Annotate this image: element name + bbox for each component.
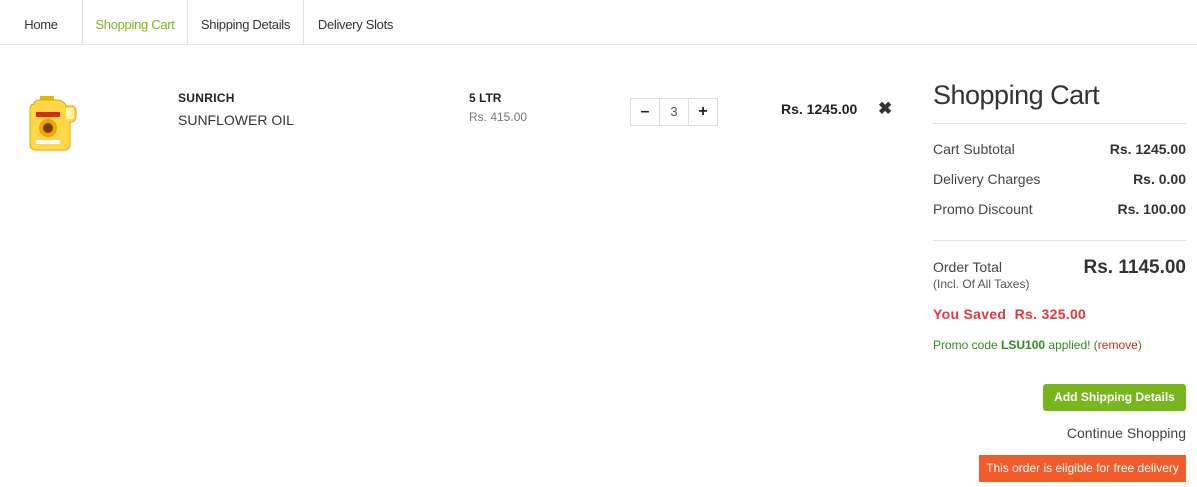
- summary-title: Shopping Cart: [933, 80, 1100, 110]
- remove-promo-link[interactable]: remove: [1098, 338, 1138, 352]
- divider: [933, 123, 1186, 124]
- quantity-value[interactable]: 3: [660, 98, 688, 126]
- promo-discount-value: Rs. 100.00: [1117, 201, 1187, 217]
- continue-shopping-link[interactable]: Continue Shopping: [1067, 425, 1186, 441]
- tab-shopping-cart[interactable]: Shopping Cart: [83, 0, 188, 45]
- order-total-value: Rs. 1145.00: [1083, 257, 1186, 278]
- free-delivery-banner: This order is eligible for free delivery: [979, 455, 1186, 482]
- order-total-note: (Incl. Of All Taxes): [933, 277, 1030, 291]
- subtotal-label: Cart Subtotal: [933, 141, 1015, 157]
- checkout-tabs: Home Shopping Cart Shipping Details Deli…: [0, 0, 1197, 45]
- delivery-value: Rs. 0.00: [1133, 171, 1186, 187]
- tab-shipping-details[interactable]: Shipping Details: [188, 0, 304, 45]
- promo-applied-message: Promo code LSU100 applied! (remove): [933, 338, 1142, 352]
- you-saved: You Saved Rs. 325.00: [933, 306, 1086, 322]
- subtotal-value: Rs. 1245.00: [1109, 141, 1186, 157]
- promo-close: ): [1137, 338, 1142, 352]
- product-size: 5 LTR: [469, 91, 502, 105]
- divider: [933, 240, 1186, 241]
- delivery-label: Delivery Charges: [933, 171, 1041, 187]
- product-unit-price: Rs. 415.00: [469, 110, 528, 124]
- product-name[interactable]: SUNFLOWER OIL: [178, 112, 294, 128]
- add-shipping-details-button[interactable]: Add Shipping Details: [1043, 384, 1186, 411]
- tab-home[interactable]: Home: [0, 0, 83, 45]
- promo-code: LSU100: [1001, 338, 1046, 352]
- saved-value: Rs. 325.00: [1014, 306, 1087, 322]
- saved-label: You Saved: [933, 306, 1007, 322]
- oil-bottle-icon: [29, 96, 77, 151]
- increment-button[interactable]: +: [688, 98, 718, 126]
- promo-discount-label: Promo Discount: [933, 201, 1033, 217]
- quantity-stepper: – 3 +: [630, 98, 718, 126]
- promo-suffix: applied! (: [1048, 338, 1098, 352]
- line-total: Rs. 1245.00: [781, 101, 858, 117]
- remove-item-icon[interactable]: ✖: [878, 99, 892, 119]
- tab-delivery-slots[interactable]: Delivery Slots: [304, 0, 407, 45]
- decrement-button[interactable]: –: [630, 98, 660, 126]
- order-total-label: Order Total: [933, 259, 1002, 275]
- promo-prefix: Promo code: [933, 338, 998, 352]
- product-brand: SUNRICH: [178, 91, 235, 105]
